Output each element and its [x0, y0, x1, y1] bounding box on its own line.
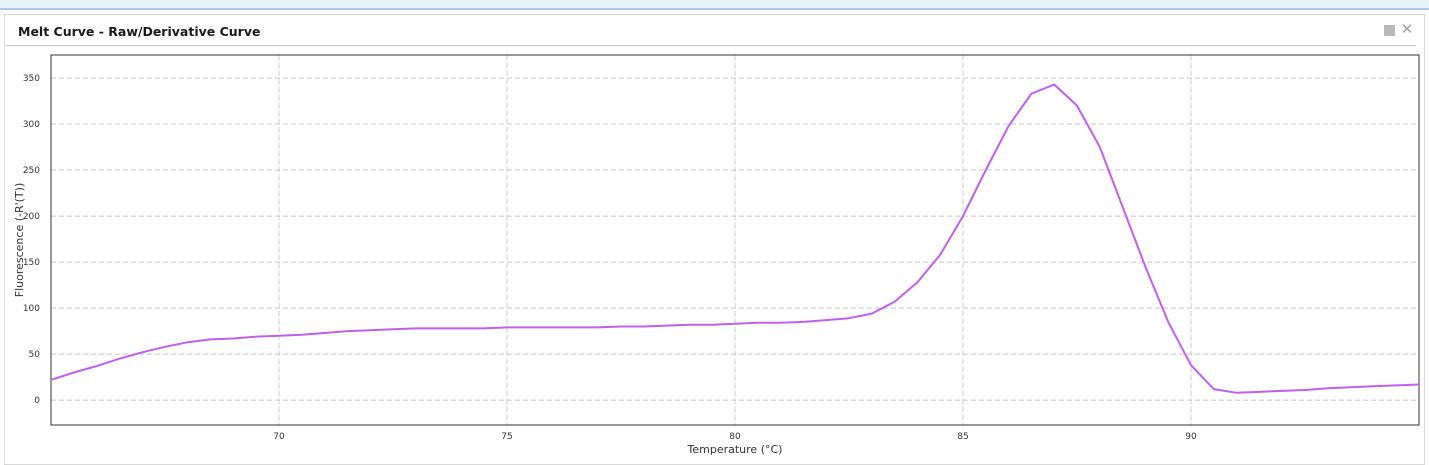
x-tick-label: 90 [1185, 432, 1197, 442]
y-axis-title: Fluorescence (-R'(T)) [13, 183, 26, 298]
x-axis-title: Temperature (°C) [687, 443, 783, 456]
y-tick-label: 350 [23, 74, 40, 84]
y-tick-label: 250 [23, 166, 40, 176]
x-tick-label: 70 [273, 432, 285, 442]
melt-curve-chart: 70 75 80 85 90050100150200250300350 Temperat… [13, 54, 1420, 456]
y-tick-label: 50 [29, 350, 41, 360]
y-tick-label: 0 [34, 396, 40, 406]
x-tick-label: 85 [957, 432, 968, 442]
y-tick-label: 100 [23, 304, 40, 314]
y-tick-label: 300 [23, 120, 40, 130]
x-tick-label: 80 [729, 432, 741, 442]
x-tick-label: 75 [501, 432, 512, 442]
